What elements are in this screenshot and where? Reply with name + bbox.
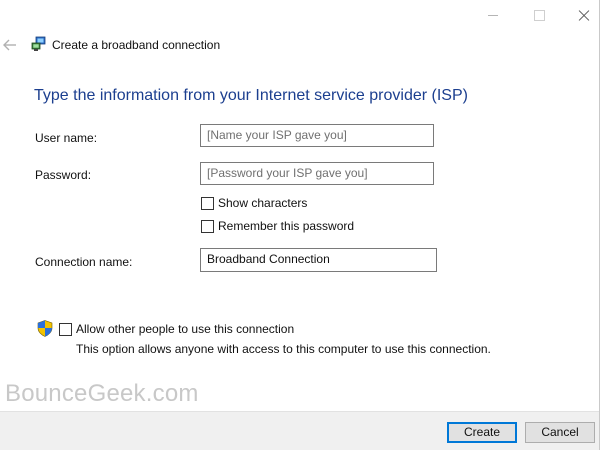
allow-others-label: Allow other people to use this connectio… <box>76 322 295 336</box>
username-label: User name: <box>35 131 98 145</box>
password-input[interactable]: [Password your ISP gave you] <box>200 162 434 185</box>
maximize-button[interactable] <box>516 0 560 30</box>
wizard-title: Create a broadband connection <box>52 38 221 52</box>
show-characters-label: Show characters <box>218 196 308 210</box>
allow-others-option[interactable]: Allow other people to use this connectio… <box>59 322 294 336</box>
show-characters-option[interactable]: Show characters <box>201 196 307 210</box>
page-heading: Type the information from your Internet … <box>34 87 468 104</box>
allow-others-description: This option allows anyone with access to… <box>76 342 491 356</box>
wizard-footer: Create Cancel <box>0 411 599 450</box>
show-characters-checkbox[interactable] <box>201 196 214 210</box>
allow-others-checkbox[interactable] <box>59 322 72 336</box>
remember-password-option[interactable]: Remember this password <box>201 219 354 233</box>
watermark-text: BounceGeek.com <box>5 380 199 407</box>
remember-password-checkbox[interactable] <box>201 219 214 233</box>
broadband-connection-window: Create a broadband connection Type the i… <box>0 0 600 450</box>
network-connection-icon <box>31 36 46 51</box>
cancel-button[interactable]: Cancel <box>525 422 595 443</box>
back-arrow-icon[interactable] <box>1 36 19 54</box>
uac-shield-icon <box>37 320 53 337</box>
minimize-button[interactable] <box>470 0 514 30</box>
password-label: Password: <box>35 168 92 182</box>
remember-password-label: Remember this password <box>218 219 355 233</box>
username-input[interactable]: [Name your ISP gave you] <box>200 124 434 147</box>
connection-name-label: Connection name: <box>35 255 133 269</box>
connection-name-input[interactable]: Broadband Connection <box>200 248 437 272</box>
close-button[interactable] <box>562 0 600 30</box>
create-button[interactable]: Create <box>447 422 517 443</box>
